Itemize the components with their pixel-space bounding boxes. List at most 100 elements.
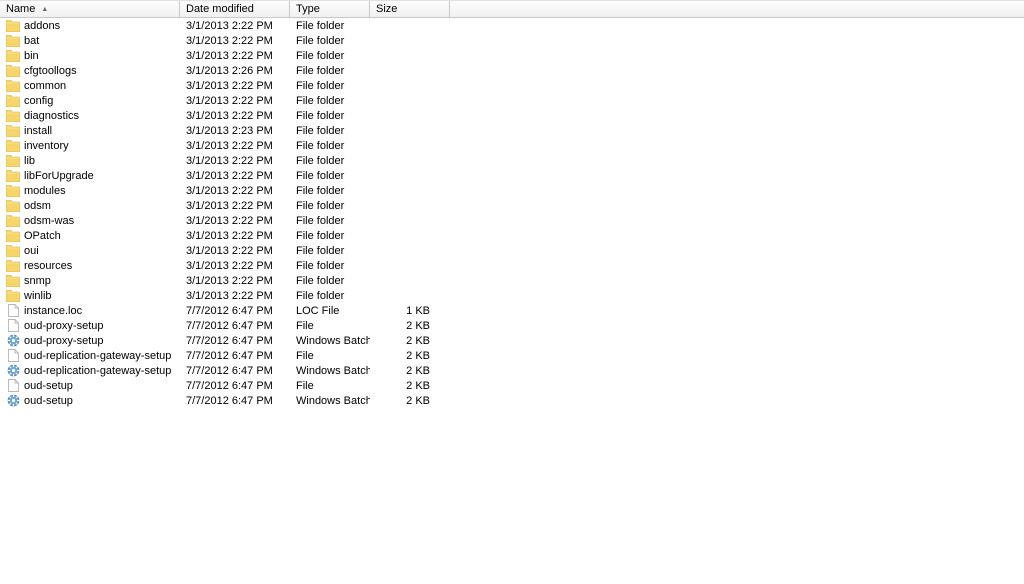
cell-name: install	[0, 124, 180, 138]
file-date-label: 3/1/2013 2:22 PM	[186, 275, 273, 287]
folder-icon	[6, 169, 20, 183]
file-row[interactable]: cfgtoollogs3/1/2013 2:26 PMFile folder	[0, 63, 1024, 78]
cell-type: File folder	[290, 140, 370, 152]
cell-name: oud-setup	[0, 394, 180, 408]
cell-name: config	[0, 94, 180, 108]
column-header-name-label: Name	[6, 3, 35, 15]
file-row[interactable]: resources3/1/2013 2:22 PMFile folder	[0, 258, 1024, 273]
cell-type: File folder	[290, 125, 370, 137]
cell-date: 7/7/2012 6:47 PM	[180, 380, 290, 392]
file-date-label: 3/1/2013 2:22 PM	[186, 245, 273, 257]
file-type-label: File folder	[296, 185, 344, 197]
file-type-label: Windows Batch File	[296, 395, 370, 407]
file-row[interactable]: snmp 3/1/2013 2:22 PM File folder	[0, 273, 1024, 288]
folder-icon	[6, 199, 20, 213]
file-row[interactable]: config 3/1/2013 2:22 PM File folder	[0, 93, 1024, 108]
batch-file-icon	[6, 364, 20, 378]
file-row[interactable]: oud-proxy-setup7/7/2012 6:47 PMWindows B…	[0, 333, 1024, 348]
file-type-label: File folder	[296, 215, 344, 227]
file-row[interactable]: install3/1/2013 2:23 PMFile folder	[0, 123, 1024, 138]
file-name-label: libForUpgrade	[24, 170, 94, 182]
cell-date: 3/1/2013 2:22 PM	[180, 35, 290, 47]
file-name-label: oud-proxy-setup	[24, 320, 104, 332]
file-row[interactable]: oud-replication-gateway-setup 7/7/2012 6:…	[0, 348, 1024, 363]
file-name-label: instance.loc	[24, 305, 82, 317]
file-date-label: 3/1/2013 2:22 PM	[186, 290, 273, 302]
batch-file-icon	[6, 394, 20, 408]
file-date-label: 3/1/2013 2:22 PM	[186, 35, 273, 47]
file-row[interactable]: winlib3/1/2013 2:22 PMFile folder	[0, 288, 1024, 303]
file-date-label: 7/7/2012 6:47 PM	[186, 380, 273, 392]
cell-type: File folder	[290, 80, 370, 92]
cell-type: File	[290, 350, 370, 362]
cell-name: oud-replication-gateway-setup	[0, 349, 180, 363]
cell-name: winlib	[0, 289, 180, 303]
cell-date: 3/1/2013 2:22 PM	[180, 215, 290, 227]
cell-name: cfgtoollogs	[0, 64, 180, 78]
file-type-label: File folder	[296, 20, 344, 32]
file-date-label: 3/1/2013 2:22 PM	[186, 155, 273, 167]
file-row[interactable]: bat3/1/2013 2:22 PMFile folder	[0, 33, 1024, 48]
file-row[interactable]: common3/1/2013 2:22 PMFile folder	[0, 78, 1024, 93]
file-row[interactable]: odsm3/1/2013 2:22 PMFile folder	[0, 198, 1024, 213]
file-row[interactable]: OPatch3/1/2013 2:22 PMFile folder	[0, 228, 1024, 243]
file-name-label: bin	[24, 50, 39, 62]
file-date-label: 3/1/2013 2:26 PM	[186, 65, 273, 77]
file-row[interactable]: addons3/1/2013 2:22 PMFile folder	[0, 18, 1024, 33]
cell-type: File folder	[290, 155, 370, 167]
folder-icon	[6, 139, 20, 153]
file-icon	[6, 319, 20, 333]
file-row[interactable]: bin3/1/2013 2:22 PMFile folder	[0, 48, 1024, 63]
file-row[interactable]: oud-setup7/7/2012 6:47 PMFile2 KB	[0, 378, 1024, 393]
file-type-label: File folder	[296, 140, 344, 152]
file-name-label: common	[24, 80, 66, 92]
file-date-label: 7/7/2012 6:47 PM	[186, 350, 273, 362]
file-size-label: 1 KB	[406, 305, 430, 317]
file-date-label: 7/7/2012 6:47 PM	[186, 305, 273, 317]
file-name-label: snmp	[24, 275, 51, 287]
file-icon	[6, 349, 20, 363]
cell-type: File folder	[290, 245, 370, 257]
cell-date: 3/1/2013 2:22 PM	[180, 275, 290, 287]
cell-type: File folder	[290, 50, 370, 62]
file-row[interactable]: oui3/1/2013 2:22 PMFile folder	[0, 243, 1024, 258]
file-date-label: 3/1/2013 2:22 PM	[186, 95, 273, 107]
column-header-date[interactable]: Date modified	[180, 1, 290, 17]
file-size-label: 2 KB	[406, 395, 430, 407]
file-row[interactable]: oud-proxy-setup7/7/2012 6:47 PMFile2 KB	[0, 318, 1024, 333]
file-type-label: File folder	[296, 50, 344, 62]
cell-size: 2 KB	[370, 395, 450, 407]
folder-icon	[6, 64, 20, 78]
file-date-label: 7/7/2012 6:47 PM	[186, 335, 273, 347]
folder-icon	[6, 214, 20, 228]
file-row[interactable]: oud-setup7/7/2012 6:47 PMWindows Batch F…	[0, 393, 1024, 408]
file-row[interactable]: libForUpgrade3/1/2013 2:22 PMFile folder	[0, 168, 1024, 183]
column-header-name[interactable]: Name ▲	[0, 1, 180, 17]
cell-size: 2 KB	[370, 350, 450, 362]
file-row[interactable]: odsm-was 3/1/2013 2:22 PM File folder	[0, 213, 1024, 228]
file-row[interactable]: inventory3/1/2013 2:22 PMFile folder	[0, 138, 1024, 153]
file-icon	[6, 304, 20, 318]
file-name-label: oud-replication-gateway-setup	[24, 365, 171, 377]
file-row[interactable]: diagnostics3/1/2013 2:22 PMFile folder	[0, 108, 1024, 123]
folder-icon	[6, 79, 20, 93]
cell-name: common	[0, 79, 180, 93]
cell-type: File folder	[290, 95, 370, 107]
cell-type: File folder	[290, 185, 370, 197]
cell-type: File folder	[290, 275, 370, 287]
file-date-label: 3/1/2013 2:22 PM	[186, 170, 273, 182]
file-row[interactable]: instance.loc7/7/2012 6:47 PMLOC File1 KB	[0, 303, 1024, 318]
file-row[interactable]: lib3/1/2013 2:22 PMFile folder	[0, 153, 1024, 168]
file-row[interactable]: modules3/1/2013 2:22 PMFile folder	[0, 183, 1024, 198]
file-date-label: 3/1/2013 2:22 PM	[186, 200, 273, 212]
file-name-label: odsm-was	[24, 215, 74, 227]
file-type-label: File folder	[296, 80, 344, 92]
file-row[interactable]: oud-replication-gateway-setup7/7/2012 6:…	[0, 363, 1024, 378]
cell-name: addons	[0, 19, 180, 33]
column-header-date-label: Date modified	[186, 3, 254, 15]
cell-name: oud-setup	[0, 379, 180, 393]
column-header-type[interactable]: Type	[290, 1, 370, 17]
file-name-label: OPatch	[24, 230, 61, 242]
file-type-label: File folder	[296, 125, 344, 137]
column-header-size[interactable]: Size	[370, 1, 450, 17]
